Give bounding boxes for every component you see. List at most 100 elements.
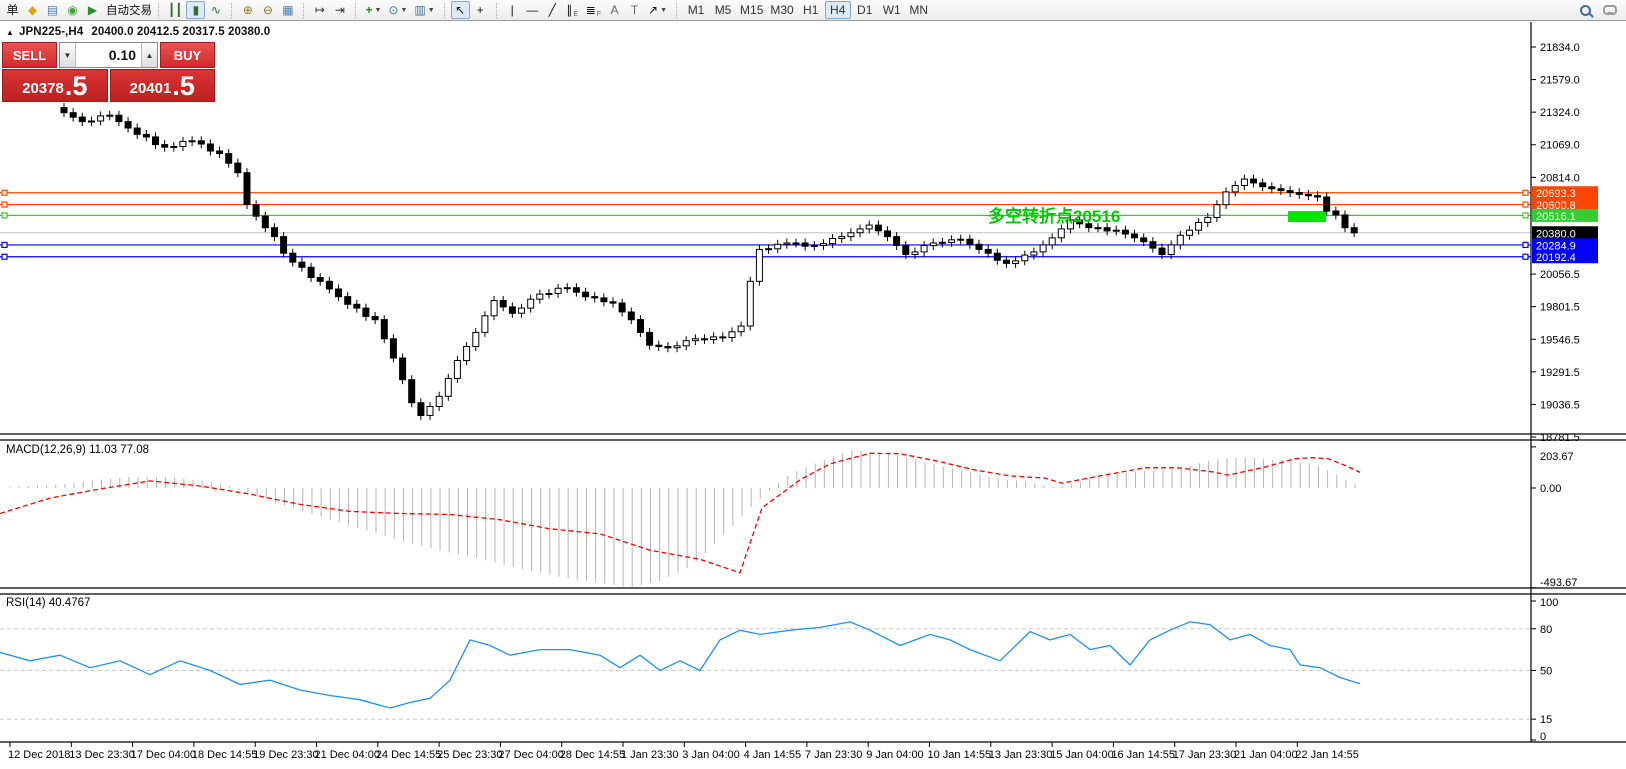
candle-body bbox=[701, 338, 708, 341]
toolbar-separator bbox=[303, 2, 305, 18]
line-handle[interactable] bbox=[1522, 201, 1529, 208]
candle-body bbox=[847, 232, 855, 238]
rsi-tick-label: 80 bbox=[1540, 624, 1552, 636]
periods-clock-icon[interactable]: ⊙ ▼ bbox=[385, 1, 410, 19]
candle-body bbox=[838, 236, 846, 240]
volume-field[interactable]: 0.10 bbox=[76, 43, 141, 67]
chat-icon[interactable] bbox=[1603, 5, 1617, 15]
buy-price-fraction: .5 bbox=[172, 71, 195, 101]
time-tick-label: 21 Jan 04:00 bbox=[1234, 749, 1298, 761]
sell-button[interactable]: SELL bbox=[2, 42, 57, 68]
timeframe-mn[interactable]: MN bbox=[906, 1, 932, 19]
timeframe-d1[interactable]: D1 bbox=[852, 1, 878, 19]
price-tick-label: 19036.5 bbox=[1540, 399, 1580, 411]
timeframe-m5[interactable]: M5 bbox=[710, 1, 736, 19]
volume-increase-button[interactable]: ▲ bbox=[141, 43, 157, 67]
candle-body bbox=[518, 307, 525, 314]
autotrading-icon[interactable]: ▶ bbox=[83, 1, 102, 19]
line-handle[interactable] bbox=[1522, 212, 1529, 219]
zoom-in-icon[interactable]: ⊕ bbox=[238, 1, 257, 19]
trendline-icon[interactable]: ╱ bbox=[543, 1, 562, 19]
timeframe-m30[interactable]: M30 bbox=[767, 1, 796, 19]
line-handle[interactable] bbox=[1, 212, 8, 219]
price-tick-label: 20056.5 bbox=[1540, 269, 1580, 281]
candle-body bbox=[774, 243, 782, 250]
search-icon[interactable] bbox=[1580, 4, 1591, 16]
candle-body bbox=[728, 331, 736, 338]
line-handle[interactable] bbox=[1, 253, 8, 260]
candle-body bbox=[1268, 186, 1276, 190]
candle-body bbox=[1131, 233, 1138, 239]
collapse-trade-panel-button[interactable]: ▲ bbox=[6, 28, 14, 37]
templates-icon[interactable]: ▥ ▼ bbox=[411, 1, 437, 19]
chart-shift-icon[interactable]: ⇥ bbox=[330, 1, 349, 19]
annotation-text[interactable]: 多空转折点20516 bbox=[988, 206, 1120, 226]
highlight-rectangle[interactable] bbox=[1288, 211, 1326, 223]
timeframe-m1[interactable]: M1 bbox=[683, 1, 709, 19]
horizontal-line-icon[interactable]: — bbox=[523, 1, 542, 19]
time-tick-label: 3 Jan 04:00 bbox=[682, 749, 740, 761]
candlestick-chart-icon[interactable]: ▮ bbox=[186, 1, 206, 19]
text-label-icon[interactable]: T bbox=[625, 1, 644, 19]
cursor-icon[interactable]: ↖ bbox=[450, 1, 470, 19]
timeframe-w1[interactable]: W1 bbox=[879, 1, 905, 19]
new-order-partial-label: 单 bbox=[6, 3, 19, 17]
data-window-icon[interactable]: ▤ bbox=[43, 1, 62, 19]
candle-body bbox=[216, 150, 224, 155]
equidistant-channel-icon[interactable]: ∥ E bbox=[563, 1, 582, 19]
candle-body bbox=[97, 115, 105, 122]
candle-body bbox=[664, 346, 672, 349]
line-handle[interactable] bbox=[1522, 253, 1529, 260]
price-axis[interactable]: 21834.0 21579.0 21324.0 21069.0 20814.0 20056… bbox=[1531, 42, 1598, 743]
auto-scroll-icon[interactable]: ↦ bbox=[310, 1, 329, 19]
line-chart-icon[interactable]: ∿ bbox=[206, 1, 225, 19]
panel-borders bbox=[0, 22, 1626, 743]
candle-body bbox=[225, 153, 233, 164]
candle-body bbox=[234, 162, 242, 174]
timeframe-h4[interactable]: H4 bbox=[824, 1, 851, 19]
candle-body bbox=[527, 298, 535, 309]
line-handle[interactable] bbox=[1522, 241, 1529, 249]
bar-chart-icon[interactable]: ┃┃ bbox=[165, 1, 185, 19]
candle-body bbox=[1286, 190, 1294, 194]
symbol-name: JPN225-,H4 bbox=[19, 26, 84, 38]
zoom-out-icon[interactable]: ⊖ bbox=[258, 1, 277, 19]
time-tick-label: 13 Jan 23:30 bbox=[989, 749, 1053, 761]
chart-window[interactable]: ▲ JPN225-,H4 20400.0 20412.5 20317.5 20380… bbox=[0, 21, 1626, 769]
indicators-add-icon[interactable]: + ▼ bbox=[362, 1, 384, 19]
line-handle[interactable] bbox=[1, 241, 8, 249]
autotrading-icon-label[interactable]: 自动交易 bbox=[106, 2, 152, 18]
chart-canvas[interactable]: 多空转折点20516 MACD(12,26,9) 11.03 77.08 RSI(1… bbox=[0, 21, 1626, 769]
candle-body bbox=[1259, 182, 1267, 188]
candle-body bbox=[316, 277, 324, 282]
line-handle[interactable] bbox=[1, 201, 8, 208]
candle-body bbox=[1012, 260, 1020, 264]
rsi-tick-label: 100 bbox=[1540, 597, 1558, 609]
new-order-icon[interactable]: ◆ bbox=[23, 1, 42, 19]
timeframe-h1[interactable]: H1 bbox=[798, 1, 824, 19]
crosshair-icon[interactable]: + bbox=[471, 1, 490, 19]
candle-body bbox=[371, 316, 379, 321]
candle-body bbox=[820, 243, 827, 247]
time-axis[interactable]: 12 Dec 201813 Dec 23:3017 Dec 04:0018 De… bbox=[8, 742, 1359, 761]
candle-body bbox=[984, 248, 992, 254]
time-tick-label: 17 Jan 23:30 bbox=[1173, 749, 1237, 761]
vertical-line-icon[interactable]: | bbox=[503, 1, 522, 19]
candle-body bbox=[133, 127, 141, 135]
sell-price-panel[interactable]: 20378.5 bbox=[2, 69, 108, 102]
line-handle[interactable] bbox=[1, 189, 8, 196]
candle-body bbox=[179, 140, 187, 147]
rsi-level-lines bbox=[0, 628, 1531, 720]
text-icon[interactable]: A bbox=[605, 1, 624, 19]
buy-price-panel[interactable]: 20401.5 bbox=[109, 69, 215, 102]
candle-body bbox=[197, 140, 205, 145]
candle-body bbox=[417, 402, 425, 417]
tile-windows-icon[interactable]: ▦ bbox=[278, 1, 297, 19]
fibonacci-icon[interactable]: ≣ F bbox=[583, 1, 604, 19]
buy-button[interactable]: BUY bbox=[160, 42, 215, 68]
arrows-icon[interactable]: ↗ ▼ bbox=[645, 1, 670, 19]
volume-decrease-button[interactable]: ▼ bbox=[60, 43, 76, 67]
signals-icon[interactable]: ◉ bbox=[63, 1, 82, 19]
timeframe-m15[interactable]: M15 bbox=[737, 1, 766, 19]
line-handle[interactable] bbox=[1522, 189, 1529, 196]
